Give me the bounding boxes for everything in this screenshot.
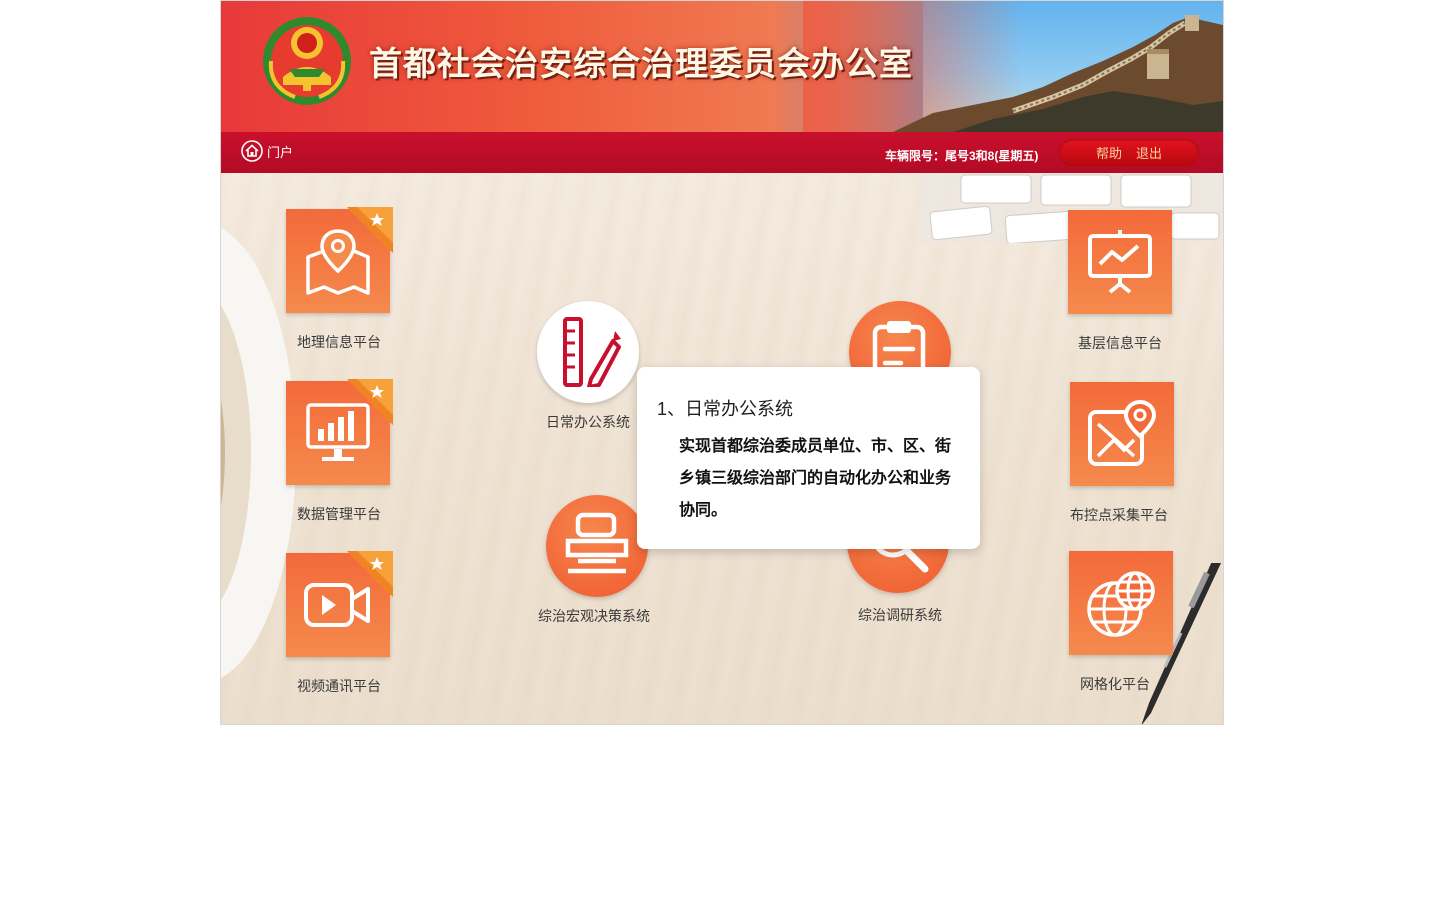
star-ribbon-icon	[347, 379, 393, 425]
platform-tile-icon-box	[1070, 382, 1174, 486]
popup-description: 实现首都综治委成员单位、市、区、街乡镇三级综治部门的自动化办公和业务协同。	[679, 438, 952, 519]
ruler-pencil-icon	[563, 317, 621, 387]
home-icon	[241, 140, 263, 162]
platform-tile-grassroots[interactable]: 基层信息平台	[1068, 210, 1198, 360]
platform-label: 数据管理平台	[297, 506, 381, 522]
platform-tile-icon-box	[1069, 551, 1173, 655]
platform-label: 地理信息平台	[297, 334, 381, 350]
system-label: 综治宏观决策系统	[538, 608, 650, 624]
logout-link[interactable]: 退出	[1136, 143, 1162, 162]
platform-tile-icon-box	[1068, 210, 1172, 314]
help-link[interactable]: 帮助	[1096, 143, 1122, 162]
platform-tile-video[interactable]: 视频通讯平台	[286, 551, 416, 703]
platform-tile-data[interactable]: 数据管理平台	[286, 379, 416, 531]
platform-label: 布控点采集平台	[1070, 507, 1168, 523]
star-ribbon-icon	[347, 207, 393, 253]
platform-tile-checkpoint[interactable]: 布控点采集平台	[1070, 382, 1200, 532]
system-label: 综治调研系统	[858, 607, 942, 623]
national-emblem-icon	[263, 17, 351, 105]
home-link[interactable]: 门户	[241, 140, 293, 162]
telescope-icon	[565, 512, 629, 574]
traffic-restriction-text: 车辆限号：尾号3和8(星期五)	[885, 149, 1039, 163]
great-wall-image	[893, 15, 1223, 132]
top-navbar: 门户 车辆限号：尾号3和8(星期五) 帮助 退出	[221, 132, 1223, 173]
platform-tile-grid[interactable]: 网格化平台	[1069, 551, 1199, 701]
map-location-icon	[1088, 400, 1156, 466]
platform-label: 网格化平台	[1080, 676, 1150, 692]
platform-tile-geo[interactable]: 地理信息平台	[286, 207, 416, 359]
home-label: 门户	[267, 144, 294, 160]
platform-label: 视频通讯平台	[297, 678, 381, 694]
site-title: 首都社会治安综合治理委员会办公室	[369, 44, 913, 83]
system-description-popup: 1、日常办公系统 实现首都综治委成员单位、市、区、街乡镇三级综治部门的自动化办公…	[637, 367, 980, 549]
presentation-board-icon	[1088, 230, 1152, 294]
globe-icon	[1087, 571, 1155, 637]
star-ribbon-icon	[347, 551, 393, 597]
header-banner: 首都社会治安综合治理委员会办公室	[221, 1, 1223, 132]
popup-title: 1、日常办公系统	[657, 399, 794, 419]
portal-frame: 首都社会治安综合治理委员会办公室 门户 车辆限号：尾号3和8(星期五) 帮助 退…	[220, 0, 1224, 725]
system-icon-circle	[537, 301, 639, 403]
platform-label: 基层信息平台	[1078, 335, 1162, 351]
system-icon-circle	[546, 495, 648, 597]
system-label: 日常办公系统	[546, 414, 630, 430]
nav-actions-pill: 帮助 退出	[1059, 139, 1199, 166]
